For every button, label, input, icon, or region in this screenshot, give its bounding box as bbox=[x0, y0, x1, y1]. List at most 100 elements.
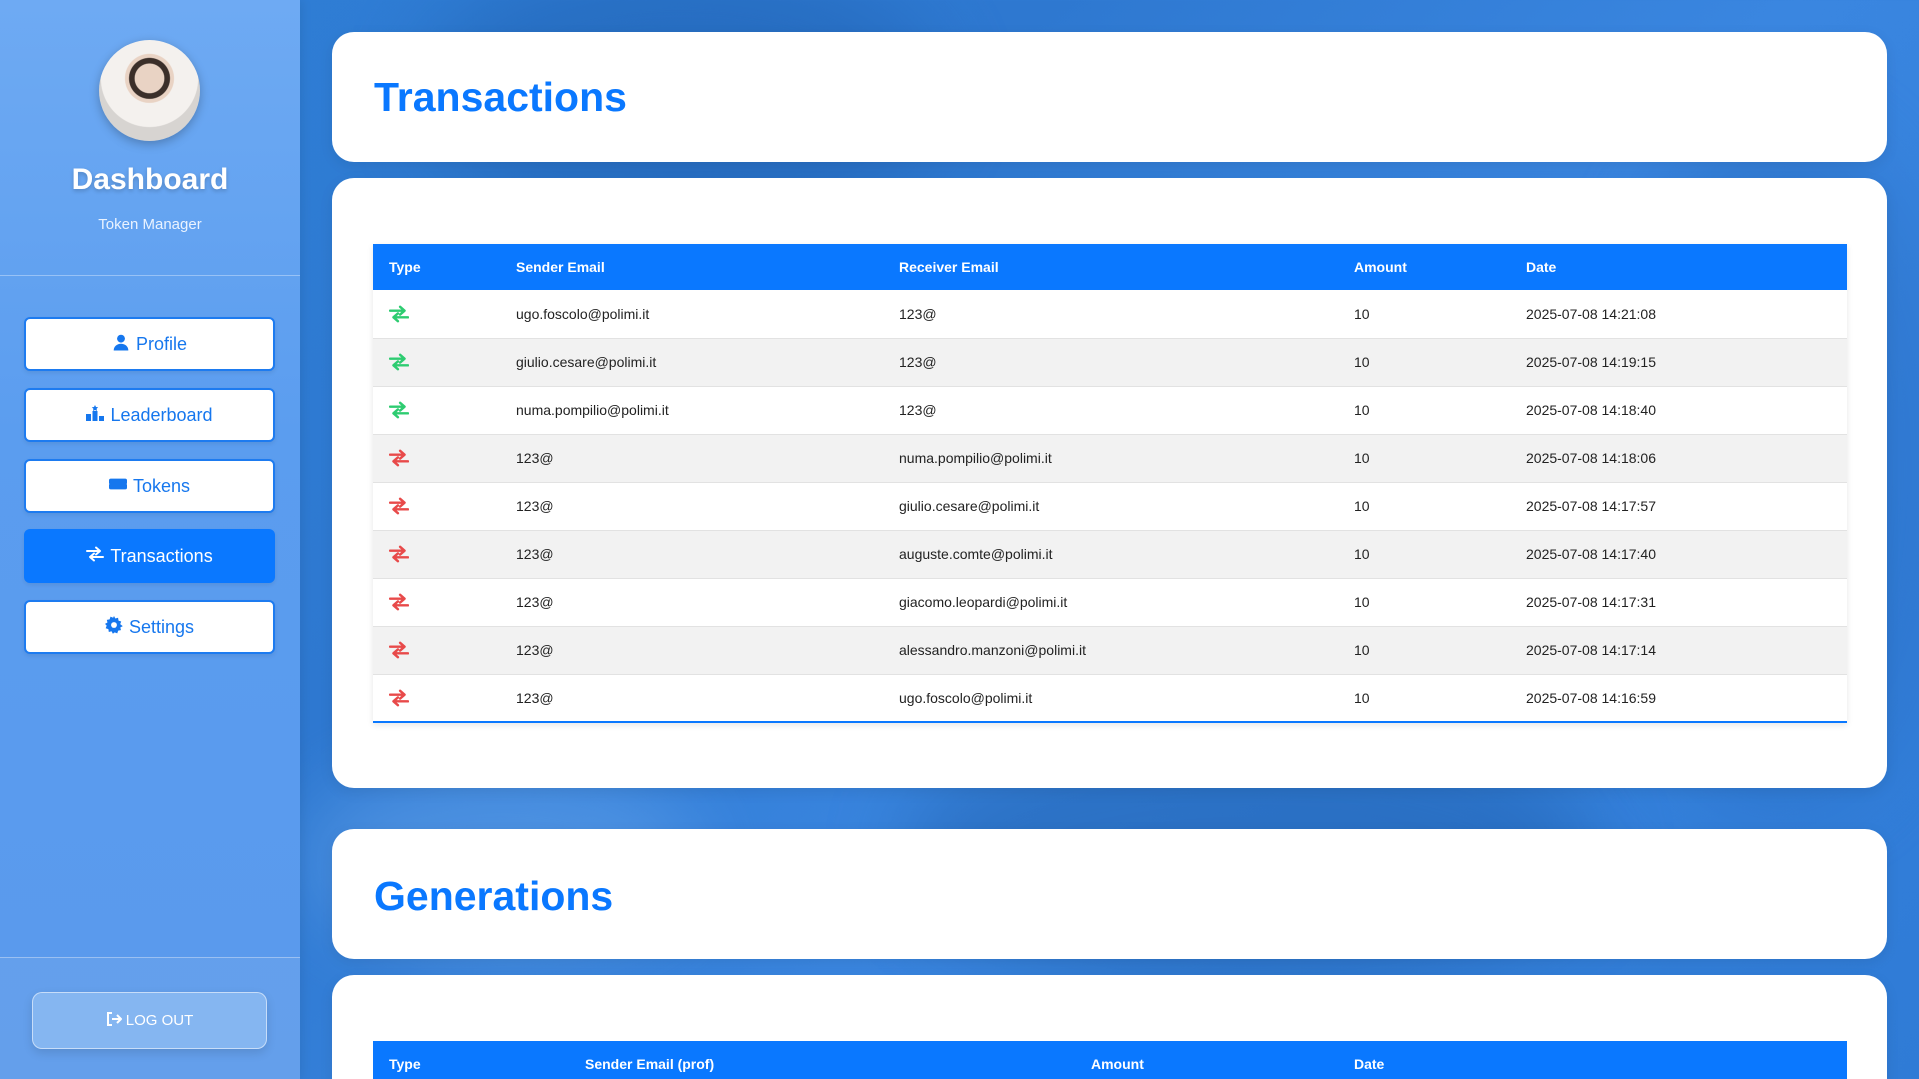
table-row: ugo.foscolo@polimi.it 123@ 10 2025-07-08 14… bbox=[373, 290, 1847, 338]
sender-email-cell: 123@ bbox=[516, 498, 554, 514]
receiver-email-cell: auguste.comte@polimi.it bbox=[899, 546, 1053, 562]
receiver-email-cell: alessandro.manzoni@polimi.it bbox=[899, 642, 1086, 658]
type-cell bbox=[373, 530, 500, 578]
sender-email-cell: numa.pompilio@polimi.it bbox=[516, 402, 669, 418]
table-header-row: Type Sender Email Receiver Email Amount … bbox=[373, 244, 1847, 290]
header-amount: Amount bbox=[1091, 1056, 1144, 1072]
receiver-email-cell: 123@ bbox=[899, 305, 937, 322]
transactions-table: Type Sender Email Receiver Email Amount … bbox=[373, 244, 1847, 723]
nav-transactions-label: Transactions bbox=[110, 545, 213, 566]
nav-tokens-label: Tokens bbox=[132, 475, 191, 496]
sender-email-cell: 123@ bbox=[516, 594, 554, 610]
sign-out-icon bbox=[106, 1011, 122, 1031]
sender-email-cell: 123@ bbox=[516, 546, 554, 562]
date-cell: 2025-07-08 14:17:40 bbox=[1526, 546, 1656, 562]
ticket-icon bbox=[108, 475, 127, 498]
table-row: numa.pompilio@polimi.it 123@ 10 2025-07-08 … bbox=[373, 386, 1847, 434]
nav-leaderboard-button[interactable]: Leaderboard bbox=[24, 388, 275, 442]
table-row: 123@ numa.pompilio@polimi.it 10 2025-07-08 … bbox=[373, 434, 1847, 482]
exchange-icon bbox=[388, 449, 410, 467]
nav-transactions-button[interactable]: Transactions bbox=[24, 529, 275, 583]
receiver-email-cell: 123@ bbox=[899, 402, 937, 418]
table-row: 123@ auguste.comte@polimi.it 10 2025-07-08 … bbox=[373, 530, 1847, 578]
sender-email-cell: 123@ bbox=[516, 689, 554, 706]
header-sender-email-prof: Sender Email (prof) bbox=[585, 1056, 715, 1072]
avatar bbox=[99, 40, 200, 141]
amount-cell: 10 bbox=[1354, 402, 1370, 418]
date-cell: 2025-07-08 14:17:14 bbox=[1526, 642, 1656, 658]
receiver-email-cell: numa.pompilio@polimi.it bbox=[899, 450, 1052, 466]
exchange-icon bbox=[388, 545, 410, 563]
logout-label: LOG OUT bbox=[125, 1012, 194, 1029]
transactions-table-card: Type Sender Email Receiver Email Amount … bbox=[332, 178, 1887, 788]
header-receiver-email: Receiver Email bbox=[899, 259, 999, 275]
amount-cell: 10 bbox=[1354, 450, 1370, 466]
exchange-icon bbox=[388, 593, 410, 611]
receiver-email-cell: ugo.foscolo@polimi.it bbox=[899, 689, 1033, 706]
sender-email-cell: giulio.cesare@polimi.it bbox=[516, 354, 657, 370]
sender-email-cell: 123@ bbox=[516, 642, 554, 658]
receiver-email-cell: giulio.cesare@polimi.it bbox=[899, 498, 1040, 514]
type-cell bbox=[373, 578, 500, 626]
amount-cell: 10 bbox=[1354, 642, 1370, 658]
exchange-icon bbox=[388, 688, 410, 707]
table-row: 123@ giacomo.leopardi@polimi.it 10 2025-07-… bbox=[373, 578, 1847, 626]
user-icon bbox=[112, 333, 130, 356]
table-row: giulio.cesare@polimi.it 123@ 10 2025-07-08 … bbox=[373, 338, 1847, 386]
receiver-email-cell: 123@ bbox=[899, 354, 937, 370]
date-cell: 2025-07-08 14:18:06 bbox=[1526, 450, 1656, 466]
table-row: 123@ giulio.cesare@polimi.it 10 2025-07-08 … bbox=[373, 482, 1847, 530]
date-cell: 2025-07-08 14:18:40 bbox=[1526, 402, 1656, 418]
amount-cell: 10 bbox=[1354, 594, 1370, 610]
type-cell bbox=[373, 434, 500, 482]
receiver-email-cell: giacomo.leopardi@polimi.it bbox=[899, 594, 1068, 610]
header-type: Type bbox=[389, 259, 421, 275]
generations-title: Generations bbox=[374, 873, 614, 919]
table-row: 123@ ugo.foscolo@polimi.it 10 2025-07-08 14… bbox=[373, 674, 1847, 722]
nav-leaderboard-label: Leaderboard bbox=[110, 404, 213, 425]
amount-cell: 10 bbox=[1354, 498, 1370, 514]
exchange-icon bbox=[388, 401, 410, 419]
header-amount: Amount bbox=[1354, 259, 1407, 275]
logout-button[interactable]: LOG OUT bbox=[32, 992, 267, 1049]
amount-cell: 10 bbox=[1354, 689, 1370, 706]
header-sender-email: Sender Email bbox=[516, 259, 605, 275]
amount-cell: 10 bbox=[1354, 354, 1370, 370]
date-cell: 2025-07-08 14:16:59 bbox=[1526, 689, 1656, 706]
generations-title-card: Generations bbox=[332, 829, 1887, 959]
table-row: 123@ alessandro.manzoni@polimi.it 10 2025-0… bbox=[373, 626, 1847, 674]
sender-email-cell: ugo.foscolo@polimi.it bbox=[516, 305, 650, 322]
date-cell: 2025-07-08 14:19:15 bbox=[1526, 354, 1656, 370]
nav-settings-label: Settings bbox=[128, 616, 195, 637]
generations-table-card: Type Sender Email (prof) Amount Date bbox=[332, 975, 1887, 1079]
type-cell bbox=[373, 338, 500, 386]
date-cell: 2025-07-08 14:17:57 bbox=[1526, 498, 1656, 514]
exchange-icon bbox=[86, 545, 105, 568]
amount-cell: 10 bbox=[1354, 305, 1370, 322]
amount-cell: 10 bbox=[1354, 546, 1370, 562]
exchange-icon bbox=[388, 497, 410, 515]
sidebar: Dashboard Token Manager Profile Leaderbo… bbox=[0, 0, 300, 1079]
gear-icon bbox=[104, 615, 123, 639]
exchange-icon bbox=[388, 304, 410, 323]
sender-email-cell: 123@ bbox=[516, 450, 554, 466]
date-cell: 2025-07-08 14:17:31 bbox=[1526, 594, 1656, 610]
sidebar-title: Dashboard bbox=[71, 163, 229, 196]
type-cell bbox=[373, 290, 500, 338]
transactions-title-card: Transactions bbox=[332, 32, 1887, 162]
type-cell bbox=[373, 482, 500, 530]
nav-settings-button[interactable]: Settings bbox=[24, 600, 275, 654]
transactions-title: Transactions bbox=[374, 74, 627, 120]
type-cell bbox=[373, 386, 500, 434]
exchange-icon bbox=[388, 641, 410, 659]
header-date: Date bbox=[1354, 1056, 1385, 1072]
type-cell bbox=[373, 674, 500, 722]
nav-profile-label: Profile bbox=[135, 333, 188, 354]
podium-icon bbox=[86, 404, 105, 427]
date-cell: 2025-07-08 14:21:08 bbox=[1526, 305, 1656, 322]
nav-tokens-button[interactable]: Tokens bbox=[24, 459, 275, 513]
type-cell bbox=[373, 626, 500, 674]
nav-profile-button[interactable]: Profile bbox=[24, 317, 275, 371]
sidebar-subtitle: Token Manager bbox=[98, 216, 202, 233]
table-header-row: Type Sender Email (prof) Amount Date bbox=[373, 1041, 1847, 1079]
